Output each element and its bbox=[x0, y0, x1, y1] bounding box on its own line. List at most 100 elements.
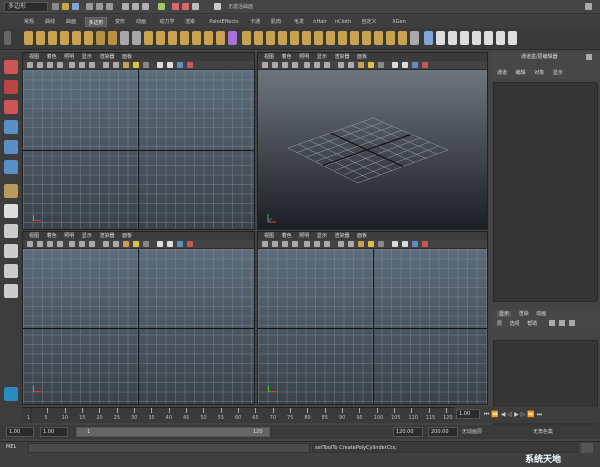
shelf-tab-dynamics[interactable]: 动力学 bbox=[157, 17, 177, 27]
extract-icon[interactable] bbox=[144, 31, 153, 45]
render-icon[interactable] bbox=[172, 3, 179, 10]
rotate-tool-icon[interactable] bbox=[4, 140, 18, 154]
checker-icon-5[interactable] bbox=[484, 31, 493, 45]
menu-lighting[interactable]: 照明 bbox=[299, 54, 309, 60]
menu-show[interactable]: 显示 bbox=[317, 54, 327, 60]
shelf-menu-icon[interactable] bbox=[4, 31, 11, 45]
antialias-icon[interactable] bbox=[422, 241, 428, 247]
bookmark-icon[interactable] bbox=[282, 241, 288, 247]
layout-single-icon[interactable] bbox=[4, 204, 18, 218]
image-plane-icon[interactable] bbox=[292, 62, 298, 68]
paint-select-tool-icon[interactable] bbox=[4, 100, 18, 114]
checker-icon-2[interactable] bbox=[448, 31, 457, 45]
delete-edge-icon[interactable] bbox=[410, 31, 419, 45]
poly-cube-icon[interactable] bbox=[36, 31, 45, 45]
camera-attributes-icon[interactable] bbox=[37, 241, 43, 247]
shelf-tab-deformation[interactable]: 变形 bbox=[113, 17, 127, 27]
menu-object[interactable]: 对象 bbox=[534, 70, 544, 76]
smooth-shade-icon[interactable] bbox=[113, 241, 119, 247]
chamfer-icon[interactable] bbox=[386, 31, 395, 45]
checker-icon-4[interactable] bbox=[472, 31, 481, 45]
xray-icon[interactable] bbox=[157, 241, 163, 247]
time-slider[interactable]: 1 5 10 15 20 25 30 35 40 45 50 55 60 65 70 75 80 85 90 95 10… bbox=[22, 407, 454, 423]
menu-renderer[interactable]: 渲染器 bbox=[334, 233, 349, 239]
offset-edge-loop-icon[interactable] bbox=[326, 31, 335, 45]
grid-toggle-icon[interactable] bbox=[304, 241, 310, 247]
wireframe-icon[interactable] bbox=[103, 241, 109, 247]
select-hierarchy-icon[interactable] bbox=[86, 3, 93, 10]
menu-renderer[interactable]: 渲染器 bbox=[99, 233, 114, 239]
resolution-gate-icon[interactable] bbox=[89, 241, 95, 247]
sidebar-toggle-icon[interactable] bbox=[585, 3, 592, 10]
ambient-occlusion-icon[interactable] bbox=[412, 62, 418, 68]
prev-key-icon[interactable]: ◀ bbox=[501, 411, 508, 418]
antialias-icon[interactable] bbox=[187, 241, 193, 247]
channel-box-body[interactable] bbox=[493, 82, 598, 302]
current-frame-field[interactable]: 1.00 bbox=[456, 409, 480, 419]
wireframe-icon[interactable] bbox=[103, 62, 109, 68]
menu-show[interactable]: 显示 bbox=[82, 54, 92, 60]
bevel-icon[interactable] bbox=[290, 31, 299, 45]
shelf-tab-rendering[interactable]: 渲染 bbox=[183, 17, 197, 27]
shadows-icon[interactable] bbox=[143, 62, 149, 68]
isolate-icon[interactable] bbox=[167, 241, 173, 247]
uv-editor-icon[interactable] bbox=[228, 31, 237, 45]
extrude-icon[interactable] bbox=[242, 31, 251, 45]
shelf-tab-curves[interactable]: 曲线 bbox=[43, 17, 57, 27]
menu-view[interactable]: 视图 bbox=[264, 233, 274, 239]
menu-edit[interactable]: 编辑 bbox=[516, 70, 526, 76]
sculpt-icon[interactable] bbox=[338, 31, 347, 45]
shelf-tab-animation[interactable]: 动画 bbox=[134, 17, 148, 27]
menu-show[interactable]: 显示 bbox=[317, 233, 327, 239]
menu-panels[interactable]: 面板 bbox=[122, 54, 132, 60]
step-forward-icon[interactable]: ⏩ bbox=[527, 411, 536, 418]
menu-channels[interactable]: 通道 bbox=[497, 70, 507, 76]
anim-layer-dropdown[interactable]: 无动画层 bbox=[462, 428, 482, 435]
shelf-tab-xgen[interactable] bbox=[416, 17, 432, 27]
antialias-icon[interactable] bbox=[422, 62, 428, 68]
open-scene-icon[interactable] bbox=[62, 3, 69, 10]
new-layer-selected-icon[interactable] bbox=[559, 320, 565, 326]
scale-tool-icon[interactable] bbox=[4, 160, 18, 174]
shelf-tab-custom[interactable]: XGen bbox=[390, 17, 408, 27]
snap-grid-icon[interactable] bbox=[122, 3, 129, 10]
layout-side-icon[interactable] bbox=[4, 244, 18, 258]
range-slider[interactable]: 1 120 bbox=[76, 427, 270, 437]
bookmark-icon[interactable] bbox=[47, 62, 53, 68]
separate-icon[interactable] bbox=[132, 31, 141, 45]
shelf-tab-muscle[interactable]: 肌肉 bbox=[269, 17, 283, 27]
start-time-field[interactable]: 1.00 bbox=[6, 427, 34, 437]
snap-curve-icon[interactable] bbox=[132, 3, 139, 10]
poly-sphere-icon[interactable] bbox=[24, 31, 33, 45]
menu-renderer[interactable]: 渲染器 bbox=[334, 54, 349, 60]
menu-lighting[interactable]: 照明 bbox=[64, 54, 74, 60]
average-vertices-icon[interactable] bbox=[180, 31, 189, 45]
layer-tab-anim[interactable]: 动画 bbox=[536, 311, 546, 317]
select-component-icon[interactable] bbox=[106, 3, 113, 10]
checker-icon-7[interactable] bbox=[508, 31, 517, 45]
menu-layers[interactable]: 层 bbox=[497, 321, 502, 327]
new-layer-icon[interactable] bbox=[549, 320, 555, 326]
menu-show[interactable]: 显示 bbox=[82, 233, 92, 239]
transfer-attributes-icon[interactable] bbox=[424, 31, 433, 45]
checker-icon-1[interactable] bbox=[436, 31, 445, 45]
lasso-tool-icon[interactable] bbox=[4, 80, 18, 94]
layout-four-icon[interactable] bbox=[4, 224, 18, 238]
menu-shading[interactable]: 着色 bbox=[282, 54, 292, 60]
isolate-icon[interactable] bbox=[402, 62, 408, 68]
ipr-render-icon[interactable] bbox=[182, 3, 189, 10]
camera-attributes-icon[interactable] bbox=[272, 62, 278, 68]
select-object-icon[interactable] bbox=[96, 3, 103, 10]
film-gate-icon[interactable] bbox=[79, 62, 85, 68]
resolution-gate-icon[interactable] bbox=[89, 62, 95, 68]
film-gate-icon[interactable] bbox=[314, 62, 320, 68]
ambient-occlusion-icon[interactable] bbox=[177, 62, 183, 68]
grid-toggle-icon[interactable] bbox=[69, 241, 75, 247]
grid-toggle-icon[interactable] bbox=[304, 62, 310, 68]
menu-show[interactable]: 显示 bbox=[553, 70, 563, 76]
ambient-occlusion-icon[interactable] bbox=[177, 241, 183, 247]
xray-icon[interactable] bbox=[392, 241, 398, 247]
resolution-gate-icon[interactable] bbox=[324, 241, 330, 247]
shelf-tab-nhair[interactable]: nCloth bbox=[334, 17, 352, 27]
end-time-field[interactable]: 200.00 bbox=[428, 427, 458, 437]
